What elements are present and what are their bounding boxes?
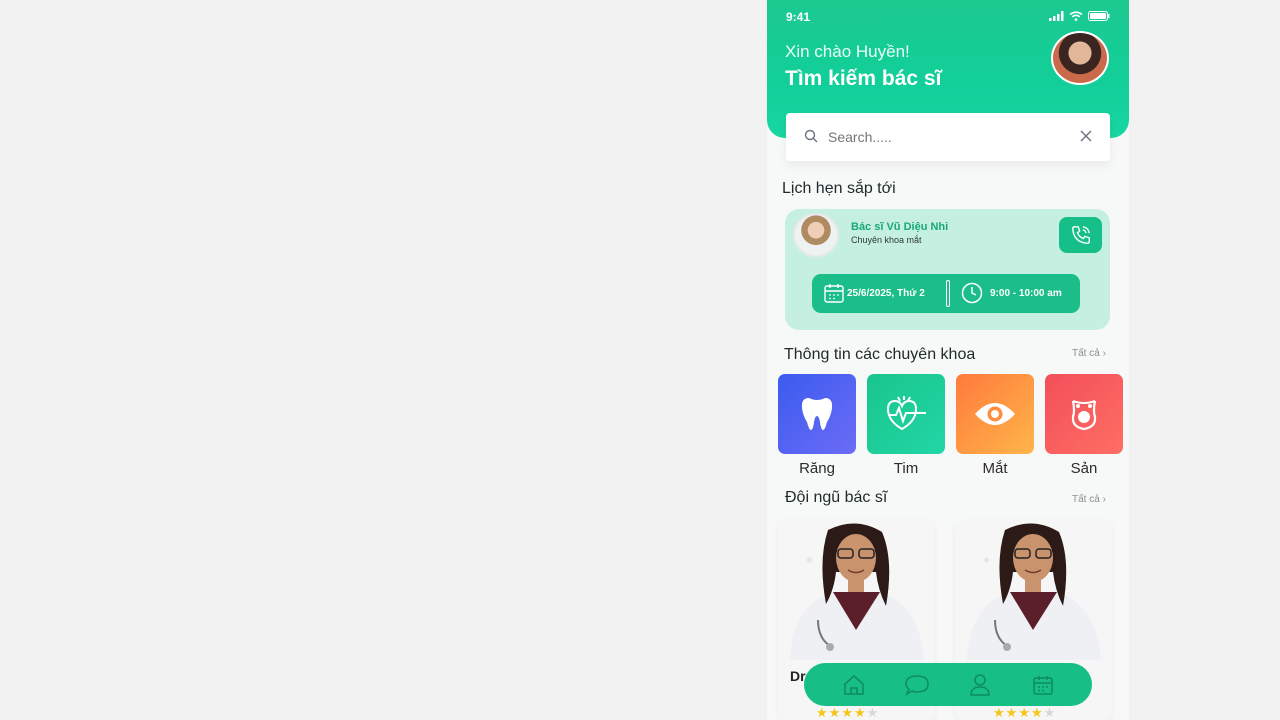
specialty-tile [778, 374, 856, 454]
eye-icon [975, 403, 1015, 425]
specialty-label: Răng [799, 460, 835, 477]
status-icons [1049, 11, 1110, 21]
appointment-date: 25/6/2025, Thứ 2 [847, 288, 925, 299]
star-icon: ★ [841, 705, 854, 720]
user-avatar[interactable] [1051, 31, 1109, 85]
bottom-tab-bar [804, 663, 1092, 706]
phone-icon [1071, 226, 1090, 244]
tab-chat[interactable] [902, 670, 932, 700]
specialty-rang[interactable]: Răng [778, 374, 856, 477]
doctor-photo [790, 523, 924, 660]
specialty-label: Mắt [982, 460, 1008, 477]
specialty-tile [1045, 374, 1123, 454]
clock-icon [961, 282, 983, 304]
clear-search-icon[interactable] [1080, 130, 1092, 142]
specialty-san[interactable]: Sản [1045, 374, 1123, 477]
doctor-specialty: Chuyên khoa mắt [851, 235, 922, 245]
specialties-heading: Thông tin các chuyên khoa [784, 346, 976, 363]
phone-screen: 9:41 Xin chào Huyền! Tìm kiếm bác sĩ Sea… [767, 0, 1129, 720]
specialty-tile [956, 374, 1034, 454]
search-input[interactable] [828, 125, 1068, 149]
home-icon [843, 674, 864, 695]
rating-stars: ★★★★★ [993, 705, 1056, 720]
star-icon: ★ [866, 705, 880, 720]
greeting: Xin chào Huyền! [785, 42, 910, 61]
tab-calendar[interactable] [1028, 670, 1058, 700]
search-icon [804, 129, 818, 143]
star-icon: ★ [1005, 705, 1019, 720]
calendar-icon [1032, 675, 1053, 695]
star-icon: ★ [828, 705, 842, 720]
appointment-time: 9:00 - 10:00 am [990, 288, 1062, 299]
appointment-card[interactable]: Bác sĩ Vũ Diệu Nhi Chuyên khoa mắt 25/6/… [785, 209, 1110, 330]
heart-pulse-icon [886, 396, 926, 431]
signal-icon [1049, 11, 1064, 21]
star-icon: ★ [816, 705, 829, 720]
page-title: Tìm kiếm bác sĩ [785, 67, 942, 90]
status-time: 9:41 [786, 10, 811, 24]
rating-stars: ★★★★★ [816, 705, 879, 720]
star-icon: ★ [1018, 705, 1031, 720]
pregnancy-icon [1071, 400, 1097, 431]
doctor-photo [967, 523, 1101, 660]
specialties-see-all-link[interactable]: Tất cả › [1072, 348, 1106, 359]
doctor-name: Bác sĩ Vũ Diệu Nhi [851, 221, 949, 233]
chat-icon [904, 674, 929, 696]
profile-icon [969, 673, 990, 696]
doctors-heading: Đội ngũ bác sĩ [785, 489, 888, 506]
appointment-datetime: 25/6/2025, Thứ 2 9:00 - 10:00 am [812, 274, 1080, 313]
star-icon: ★ [1043, 705, 1057, 720]
tab-home[interactable] [839, 670, 869, 700]
specialty-label: Tim [893, 460, 919, 477]
specialty-label: Sản [1070, 460, 1098, 477]
appointments-heading: Lịch hẹn sắp tới [782, 180, 896, 197]
doctor-avatar [793, 213, 839, 257]
specialty-tile [867, 374, 945, 454]
wifi-icon [1069, 11, 1083, 21]
star-icon: ★ [853, 705, 867, 720]
specialties-list: Răng Tim Mắt Sản [778, 374, 1124, 478]
call-button[interactable] [1059, 217, 1102, 253]
battery-icon [1088, 11, 1110, 21]
calendar-icon [824, 284, 844, 303]
star-icon: ★ [1030, 705, 1044, 720]
specialty-mat[interactable]: Mắt [956, 374, 1034, 477]
tooth-icon [801, 398, 833, 430]
star-icon: ★ [993, 705, 1006, 720]
doctors-see-all-link[interactable]: Tất cả › [1072, 494, 1106, 505]
search-bar [786, 113, 1110, 161]
divider [946, 280, 950, 307]
specialty-tim[interactable]: Tim [867, 374, 945, 477]
tab-profile[interactable] [965, 670, 995, 700]
